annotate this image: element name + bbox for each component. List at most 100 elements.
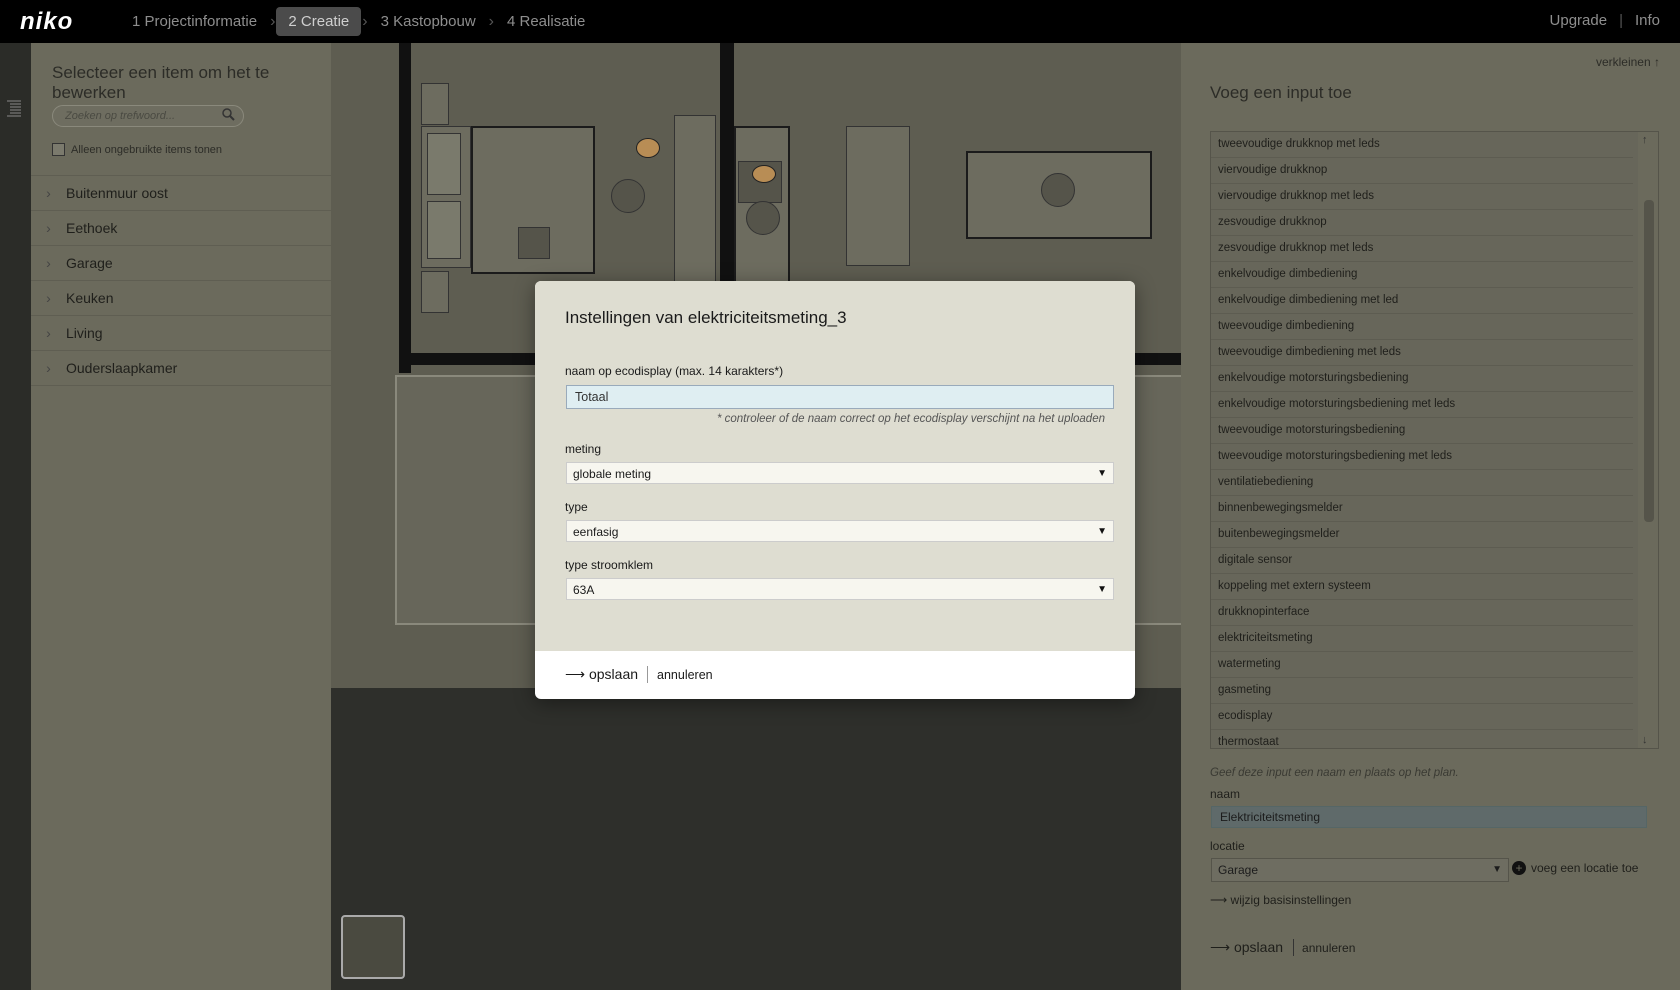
chevron-right-icon: › [46, 290, 51, 306]
list-scrollbar[interactable]: ↑ ↓ [1638, 132, 1658, 748]
location-item-eethoek[interactable]: › Eethoek [31, 211, 331, 246]
input-type-item[interactable]: elektriciteitsmeting [1211, 626, 1633, 652]
locatie-value: Garage [1218, 863, 1259, 877]
search-box [52, 105, 244, 127]
location-item-keuken[interactable]: › Keuken [31, 281, 331, 316]
meting-label: meting [565, 442, 602, 456]
sidebar-title: Selecteer een item om het te bewerken [52, 63, 270, 102]
plan-wall [399, 43, 411, 373]
input-type-item[interactable]: thermostaat [1211, 730, 1633, 748]
plan-furniture [421, 271, 449, 313]
shrink-label: verkleinen [1595, 55, 1651, 69]
input-type-item[interactable]: watermeting [1211, 652, 1633, 678]
location-label: Eethoek [66, 220, 118, 236]
light-bulb-icon[interactable] [611, 179, 645, 213]
location-item-garage[interactable]: › Garage [31, 246, 331, 281]
plus-circle-icon: + [1512, 861, 1526, 875]
search-icon[interactable] [222, 108, 235, 124]
meting-select[interactable]: globale meting ▼ [566, 462, 1114, 484]
type-label: type [565, 500, 588, 514]
location-item-buitenmuur-oost[interactable]: › Buitenmuur oost [31, 176, 331, 211]
input-type-item[interactable]: zesvoudige drukknop met leds [1211, 236, 1633, 262]
location-label: Living [66, 325, 103, 341]
input-type-item[interactable]: drukknopinterface [1211, 600, 1633, 626]
input-type-item[interactable]: digitale sensor [1211, 548, 1633, 574]
chevron-right-icon: › [46, 220, 51, 236]
location-label: Ouderslaapkamer [66, 360, 178, 376]
stroomklem-value: 63A [573, 583, 595, 597]
meter-symbol-icon[interactable] [518, 227, 550, 259]
input-type-item[interactable]: tweevoudige motorsturingsbediening met l… [1211, 444, 1633, 470]
caret-down-icon: ▼ [1097, 584, 1107, 595]
upgrade-link[interactable]: Upgrade [1550, 12, 1608, 29]
naam-input[interactable]: Elektriciteitsmeting [1211, 806, 1647, 828]
edit-base-settings-link[interactable]: ⟶ wijzig basisinstellingen [1210, 893, 1351, 907]
input-type-item[interactable]: binnenbewegingsmelder [1211, 496, 1633, 522]
light-bulb-icon[interactable] [746, 201, 780, 235]
search-input[interactable] [63, 106, 227, 126]
panel-title: Voeg een input toe [1210, 83, 1352, 102]
step-kastopbouw[interactable]: 3 Kastopbouw [369, 7, 488, 36]
step-realisatie[interactable]: 4 Realisatie [495, 7, 597, 36]
top-right-links: Upgrade | Info [1550, 12, 1660, 29]
plan-furniture [421, 83, 449, 125]
dialog-save-button[interactable]: ⟶ opslaan [565, 666, 649, 683]
edit-base-settings-label: wijzig basisinstellingen [1230, 893, 1352, 907]
location-label: Keuken [66, 290, 114, 306]
list-menu-icon[interactable] [7, 99, 23, 122]
input-type-item[interactable]: viervoudige drukknop met leds [1211, 184, 1633, 210]
scroll-up-icon[interactable]: ↑ [1642, 134, 1648, 146]
unused-items-toggle[interactable]: Alleen ongebruikte items tonen [52, 143, 222, 156]
speech-bubble-icon[interactable] [752, 165, 776, 183]
input-type-item[interactable]: tweevoudige motorsturingsbediening [1211, 418, 1633, 444]
input-type-item[interactable]: zesvoudige drukknop [1211, 210, 1633, 236]
scroll-down-icon[interactable]: ↓ [1642, 734, 1648, 746]
add-input-panel: verkleinen ↑ Voeg een input toe tweevoud… [1181, 43, 1680, 990]
input-type-item[interactable]: ecodisplay [1211, 704, 1633, 730]
add-location-label: voeg een locatie toe [1531, 861, 1639, 875]
plan-thumbnail[interactable] [341, 915, 405, 979]
input-type-item[interactable]: tweevoudige dimbediening met leds [1211, 340, 1633, 366]
input-type-item[interactable]: enkelvoudige dimbediening met led [1211, 288, 1633, 314]
input-type-item[interactable]: koppeling met extern systeem [1211, 574, 1633, 600]
location-label: Buitenmuur oost [66, 185, 168, 201]
caret-down-icon: ▼ [1097, 468, 1107, 479]
input-type-item[interactable]: buitenbewegingsmelder [1211, 522, 1633, 548]
input-type-item[interactable]: gasmeting [1211, 678, 1633, 704]
input-type-item[interactable]: enkelvoudige motorsturingsbediening met … [1211, 392, 1633, 418]
step-creatie[interactable]: 2 Creatie [276, 7, 362, 36]
add-location-button[interactable]: + voeg een locatie toe [1512, 861, 1638, 875]
speech-bubble-icon[interactable] [636, 138, 660, 158]
input-type-item[interactable]: viervoudige drukknop [1211, 158, 1633, 184]
input-type-item[interactable]: tweevoudige drukknop met leds [1211, 132, 1633, 158]
input-type-item[interactable]: tweevoudige dimbediening [1211, 314, 1633, 340]
dialog-title: Instellingen van elektriciteitsmeting_3 [565, 308, 847, 327]
divider: | [1619, 12, 1623, 29]
unused-items-checkbox[interactable] [52, 143, 65, 156]
panel-cancel-button[interactable]: annuleren [1294, 941, 1355, 955]
location-item-living[interactable]: › Living [31, 316, 331, 351]
shrink-toggle[interactable]: verkleinen ↑ [1596, 55, 1660, 69]
input-type-item[interactable]: enkelvoudige motorsturingsbediening [1211, 366, 1633, 392]
step-projectinformatie[interactable]: 1 Projectinformatie [120, 7, 269, 36]
stroomklem-select[interactable]: 63A ▼ [566, 578, 1114, 600]
dialog-cancel-button[interactable]: annuleren [648, 668, 713, 682]
input-type-item[interactable]: ventilatiebediening [1211, 470, 1633, 496]
caret-down-icon: ▼ [1097, 526, 1107, 537]
arrow-up-icon: ↑ [1654, 55, 1660, 69]
settings-dialog: Instellingen van elektriciteitsmeting_3 … [535, 281, 1135, 699]
panel-save-button[interactable]: ⟶ opslaan [1210, 939, 1295, 956]
panel-actions: ⟶ opslaan annuleren [1210, 939, 1355, 956]
locatie-select[interactable]: Garage ▼ [1211, 858, 1509, 882]
light-bulb-icon[interactable] [1041, 173, 1075, 207]
dialog-save-label: opslaan [588, 666, 639, 682]
item-sidebar: Selecteer een item om het te bewerken Al… [31, 43, 331, 990]
location-item-ouderslaapkamer[interactable]: › Ouderslaapkamer [31, 351, 331, 386]
input-type-item[interactable]: enkelvoudige dimbediening [1211, 262, 1633, 288]
type-select[interactable]: eenfasig ▼ [566, 520, 1114, 542]
location-list: › Buitenmuur oost › Eethoek › Garage › Keuke… [31, 175, 331, 386]
info-link[interactable]: Info [1635, 12, 1660, 29]
plan-furniture [427, 201, 461, 259]
ecodisplay-name-input[interactable]: Totaal [566, 385, 1114, 409]
scrollbar-thumb[interactable] [1644, 200, 1654, 522]
